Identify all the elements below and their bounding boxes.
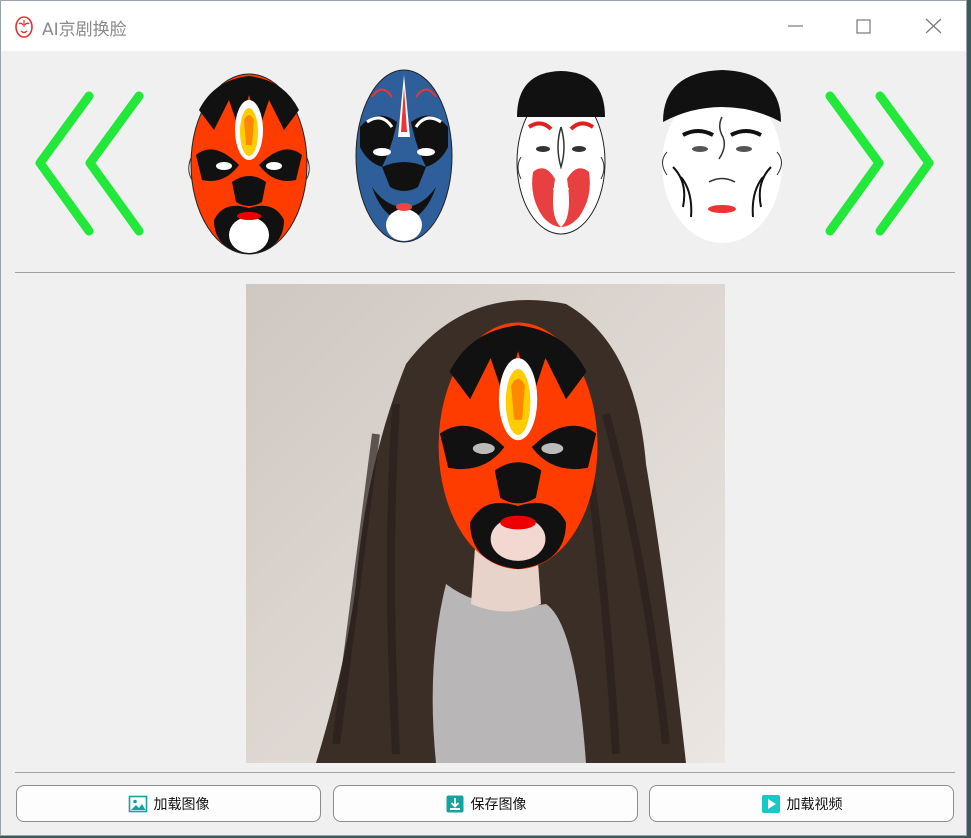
title-bar[interactable]: AI京剧换脸 <box>1 1 966 51</box>
image-icon <box>128 794 148 814</box>
bottom-divider <box>15 772 955 773</box>
load-video-button[interactable]: 加载视频 <box>649 785 954 822</box>
load-video-label: 加载视频 <box>786 796 843 813</box>
close-button[interactable] <box>918 12 948 40</box>
minimize-button[interactable] <box>780 12 810 40</box>
load-image-label: 加载图像 <box>153 796 210 813</box>
mask-selector <box>1 51 968 271</box>
save-image-button[interactable]: 保存图像 <box>333 785 638 822</box>
mask-thumb-white-elder[interactable] <box>653 67 791 245</box>
top-divider <box>15 272 955 273</box>
next-masks-arrow-icon[interactable] <box>825 91 935 236</box>
opera-mask-icon <box>14 16 34 38</box>
save-image-label: 保存图像 <box>470 796 527 813</box>
mask-thumb-white-red[interactable] <box>509 67 614 237</box>
mask-thumb-blue[interactable] <box>352 67 456 245</box>
face-swap-preview <box>246 284 725 763</box>
play-video-icon <box>761 794 781 814</box>
maximize-button[interactable] <box>848 12 878 40</box>
load-image-button[interactable]: 加载图像 <box>16 785 321 822</box>
app-window: AI京剧换脸 加载图像 保存图像 加载视频 <box>0 0 967 836</box>
previous-masks-arrow-icon[interactable] <box>34 91 144 236</box>
mask-thumb-red-black[interactable] <box>184 70 314 258</box>
save-download-icon <box>445 794 465 814</box>
window-title: AI京剧换脸 <box>42 20 127 40</box>
